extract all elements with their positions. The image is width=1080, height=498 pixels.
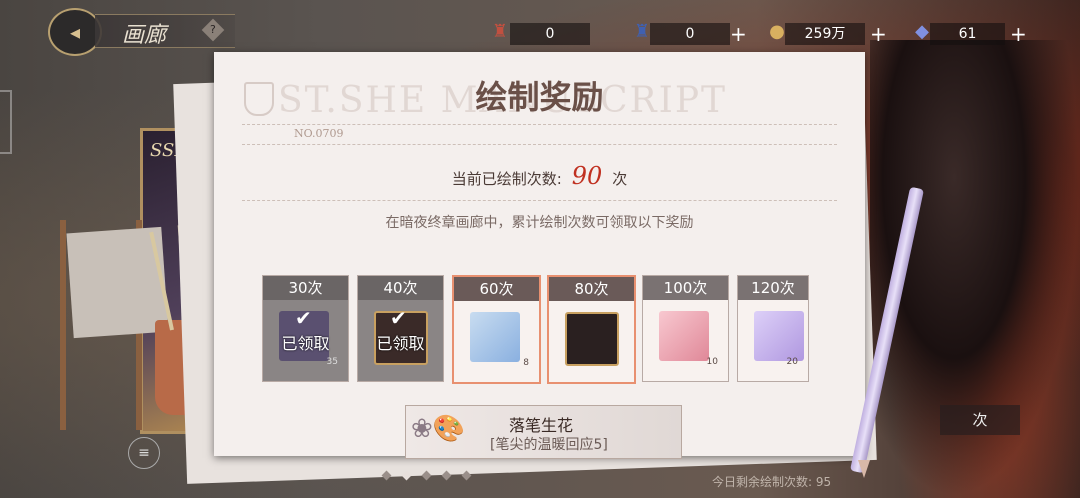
reward-threshold: 30次 <box>263 276 348 300</box>
claimed-label: 已领取 <box>376 334 425 353</box>
add-gold-button[interactable]: + <box>870 22 887 46</box>
add-gem-button[interactable]: + <box>1010 22 1027 46</box>
resource-red-ink: 0 <box>510 23 590 45</box>
reward-100[interactable]: 100次 10 <box>642 275 729 382</box>
reward-qty: 20 <box>786 357 798 367</box>
page-title: 画廊 <box>122 23 167 48</box>
serial-number: NO.0709 <box>294 127 344 140</box>
draw-button[interactable]: 次 <box>940 405 1020 435</box>
add-blue-ink-button[interactable]: + <box>730 22 747 46</box>
reward-30[interactable]: 30次 ✔ 已领取 35 <box>262 275 349 382</box>
divider <box>242 144 837 145</box>
history-icon[interactable]: ≡ <box>128 437 160 469</box>
draw-count-label: 当前已绘制次数: <box>451 170 562 188</box>
check-icon: ✔ <box>295 306 312 330</box>
reward-panel: ST.SHE MANUSCRIPT 绘制奖励 NO.0709 当前已绘制次数: 9… <box>214 52 865 456</box>
reward-body: 20 <box>738 300 808 381</box>
reward-body <box>549 301 634 382</box>
draw-count-unit: 次 <box>612 170 628 188</box>
palette-icon: ❀🎨 <box>411 414 466 444</box>
back-button[interactable]: ◂ <box>48 8 102 56</box>
collection-banner[interactable]: ❀🎨 落笔生花 [笔尖的温暖回应5] <box>405 405 682 459</box>
resource-gem: 61 <box>930 23 1005 45</box>
claimed-label: 已领取 <box>281 334 330 353</box>
banner-title: 落笔生花 <box>508 416 573 435</box>
reward-40[interactable]: 40次 ✔ 已领取 <box>357 275 444 382</box>
draw-count-value: 90 <box>571 162 603 190</box>
left-scroll-edge <box>0 90 12 154</box>
resource-blue-ink: 0 <box>650 23 730 45</box>
divider <box>242 200 837 201</box>
reward-body: ✔ 已领取 35 <box>263 300 348 381</box>
reward-threshold: 120次 <box>738 276 808 300</box>
banner-subtitle: [笔尖的温暖回应5] <box>490 437 608 453</box>
pen-nib <box>858 460 870 478</box>
reward-120[interactable]: 120次 20 <box>737 275 809 382</box>
reward-body: ✔ 已领取 <box>358 300 443 381</box>
reward-body: 8 <box>454 301 539 382</box>
reward-threshold: 40次 <box>358 276 443 300</box>
panel-title: 绘制奖励 <box>475 78 604 116</box>
divider <box>242 124 837 125</box>
gift-box-icon <box>470 312 520 362</box>
reward-60[interactable]: 60次 8 <box>452 275 541 384</box>
reward-threshold: 80次 <box>549 277 634 301</box>
remaining-draws-note: 今日剩余绘制次数: 95 <box>712 475 832 489</box>
gift-box-icon <box>659 311 709 361</box>
back-arrow-icon: ◂ <box>69 20 81 44</box>
reward-qty: 10 <box>706 357 718 367</box>
reward-body: 10 <box>643 300 728 381</box>
draw-count: 当前已绘制次数: 90 次 <box>214 162 865 190</box>
resource-gold: 259万 <box>785 23 865 45</box>
check-icon: ✔ <box>390 306 407 330</box>
avatar-frame-icon <box>565 312 619 366</box>
reward-qty: 35 <box>326 357 338 367</box>
butterfly-item-icon <box>754 311 804 361</box>
reward-qty: 8 <box>523 358 529 368</box>
reward-threshold: 100次 <box>643 276 728 300</box>
reward-description: 在暗夜终章画廊中，累计绘制次数可领取以下奖励 <box>385 215 694 231</box>
reward-threshold: 60次 <box>454 277 539 301</box>
ink-bottle-icon-red: ♜ <box>491 21 509 42</box>
reward-80[interactable]: 80次 <box>547 275 636 384</box>
